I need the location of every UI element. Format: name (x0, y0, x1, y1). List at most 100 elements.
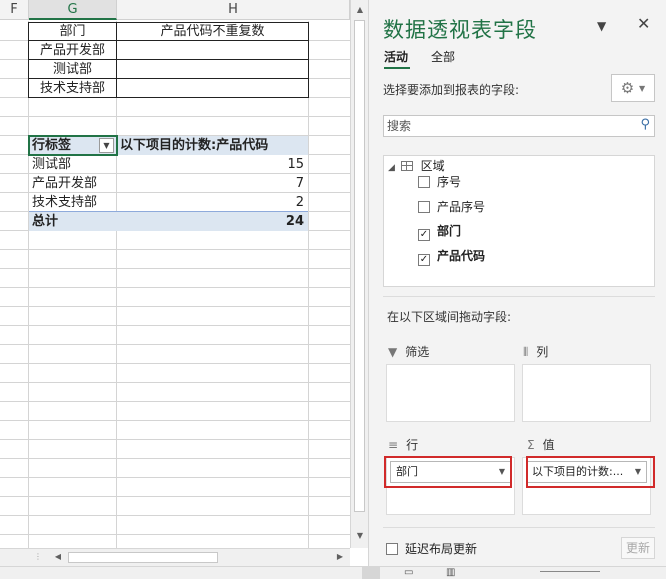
grid-row-line (0, 268, 350, 269)
pivot-row-label-header[interactable]: 行标签 (32, 136, 102, 155)
scroll-thumb[interactable] (68, 552, 218, 563)
pivot-row-value[interactable]: 2 (117, 193, 308, 212)
column-header-g[interactable]: G (29, 0, 117, 20)
field-list[interactable]: ◢ 区域 序号 产品序号 ✓ 部门 ✓ 产品代码 (383, 155, 655, 287)
source-header-dept[interactable]: 部门 (29, 22, 116, 41)
grid-row-line (0, 477, 350, 478)
scroll-thumb[interactable] (354, 20, 365, 512)
field-item[interactable]: ✓ 部门 (418, 222, 462, 241)
columns-drop-zone[interactable] (522, 364, 651, 422)
scroll-down-icon[interactable]: ▼ (352, 528, 368, 544)
zoom-slider[interactable] (540, 571, 600, 572)
rows-icon: ≡ (388, 438, 399, 452)
defer-label: 延迟布局更新 (405, 542, 478, 556)
grid-row-line (0, 439, 350, 440)
values-area-header: Σ值 (527, 438, 555, 452)
grid-row-line (0, 496, 350, 497)
source-cell[interactable]: 测试部 (29, 60, 116, 79)
search-input[interactable] (384, 116, 624, 136)
divider (383, 296, 655, 297)
tree-root-label: 区域 (420, 159, 445, 173)
source-cell[interactable]: 技术支持部 (29, 79, 116, 98)
grid-row-line (0, 420, 350, 421)
page-break-icon[interactable]: ▥ (446, 567, 455, 578)
sheet-split-handle-icon[interactable]: ⋮ (30, 549, 46, 565)
column-header-h[interactable]: H (117, 0, 350, 20)
field-item[interactable]: ✓ 产品代码 (418, 247, 486, 266)
filter-icon: ▼ (388, 345, 398, 359)
pivot-row-value[interactable]: 15 (117, 155, 308, 174)
panel-options-chevron-icon[interactable]: ▼ (597, 19, 606, 33)
pivot-value-header[interactable]: 以下项目的计数:产品代码 (120, 136, 308, 155)
grid-row-line (0, 249, 350, 250)
grid-row-line (0, 116, 350, 117)
grid-row-line (0, 344, 350, 345)
scroll-up-icon[interactable]: ▲ (352, 2, 368, 18)
search-icon[interactable]: ⚲ (640, 117, 650, 132)
filter-drop-zone[interactable] (386, 364, 515, 422)
status-bar: ▭ ▥ (0, 566, 666, 579)
pivot-row-value[interactable]: 7 (117, 174, 308, 193)
field-label: 产品代码 (437, 249, 486, 263)
collapse-icon[interactable]: ◢ (388, 163, 395, 173)
close-icon[interactable]: ✕ (637, 14, 650, 33)
search-box[interactable]: ⚲ (383, 115, 655, 137)
grid-row-line (0, 306, 350, 307)
tab-underline (384, 67, 410, 69)
scroll-right-icon[interactable]: ▶ (332, 549, 348, 565)
grid-row-line (0, 325, 350, 326)
columns-icon: ⦀ (523, 345, 529, 359)
pivot-total-value[interactable]: 24 (117, 212, 308, 231)
pivot-row-label[interactable]: 技术支持部 (32, 193, 116, 212)
filter-dropdown-icon[interactable]: ▼ (99, 138, 114, 153)
columns-area-header: ⦀ 列 (523, 345, 549, 359)
vertical-scrollbar[interactable]: ▲ ▼ (350, 0, 368, 548)
horizontal-scrollbar[interactable]: ⋮ ◀ ▶ (0, 548, 350, 566)
highlight-box (526, 456, 655, 488)
source-cell[interactable]: 产品开发部 (29, 41, 116, 60)
spreadsheet-grid[interactable]: F G H 部门 产品代码不重复数 产品开发部 测试部 技术支持部 行标签 ▼ … (0, 0, 350, 548)
grid-row-line (0, 287, 350, 288)
sigma-icon: Σ (527, 438, 535, 452)
pivot-field-panel: 数据透视表字段 ▼ ✕ 活动 全部 选择要添加到报表的字段: ⚙ ▼ ⚲ ◢ 区… (368, 0, 666, 566)
update-button[interactable]: 更新 (621, 537, 655, 559)
grid-row-line (0, 382, 350, 383)
choose-fields-label: 选择要添加到报表的字段: (383, 83, 520, 97)
checkbox-checked[interactable]: ✓ (418, 254, 430, 266)
field-label: 序号 (437, 175, 462, 189)
rows-area-header: ≡ 行 (388, 438, 419, 452)
field-label: 部门 (437, 224, 462, 238)
highlight-box (384, 456, 512, 488)
gear-button[interactable]: ⚙ ▼ (611, 74, 655, 102)
source-header-distinct[interactable]: 产品代码不重复数 (117, 22, 308, 41)
filter-area-header: ▼ 筛选 (388, 345, 430, 359)
pivot-row-label[interactable]: 产品开发部 (32, 174, 116, 193)
drag-fields-label: 在以下区域间拖动字段: (387, 310, 512, 324)
grid-row-line (0, 534, 350, 535)
panel-title: 数据透视表字段 (383, 18, 537, 42)
pivot-row-label[interactable]: 测试部 (32, 155, 116, 174)
tab-all[interactable]: 全部 (431, 48, 455, 65)
grid-row-line (0, 515, 350, 516)
checkbox-unchecked[interactable] (418, 201, 430, 213)
checkbox-unchecked[interactable] (386, 543, 398, 555)
chevron-down-icon: ▼ (639, 84, 646, 93)
column-header-f[interactable]: F (0, 0, 29, 20)
gear-icon: ⚙ (620, 79, 635, 97)
normal-view-icon[interactable] (362, 567, 380, 579)
field-item[interactable]: 产品序号 (418, 198, 485, 216)
pivot-total-label[interactable]: 总计 (32, 212, 116, 231)
grid-row-line (0, 401, 350, 402)
page-layout-icon[interactable]: ▭ (404, 567, 413, 578)
field-label: 产品序号 (437, 200, 486, 214)
table-icon (400, 161, 413, 171)
tab-active[interactable]: 活动 (384, 48, 408, 65)
grid-row-line (0, 458, 350, 459)
scroll-left-icon[interactable]: ◀ (50, 549, 66, 565)
checkbox-unchecked[interactable] (418, 176, 430, 188)
grid-row-line (0, 363, 350, 364)
checkbox-checked[interactable]: ✓ (418, 229, 430, 241)
defer-update-option[interactable]: 延迟布局更新 (386, 540, 477, 557)
field-item[interactable]: 序号 (418, 173, 461, 191)
divider (383, 527, 655, 528)
